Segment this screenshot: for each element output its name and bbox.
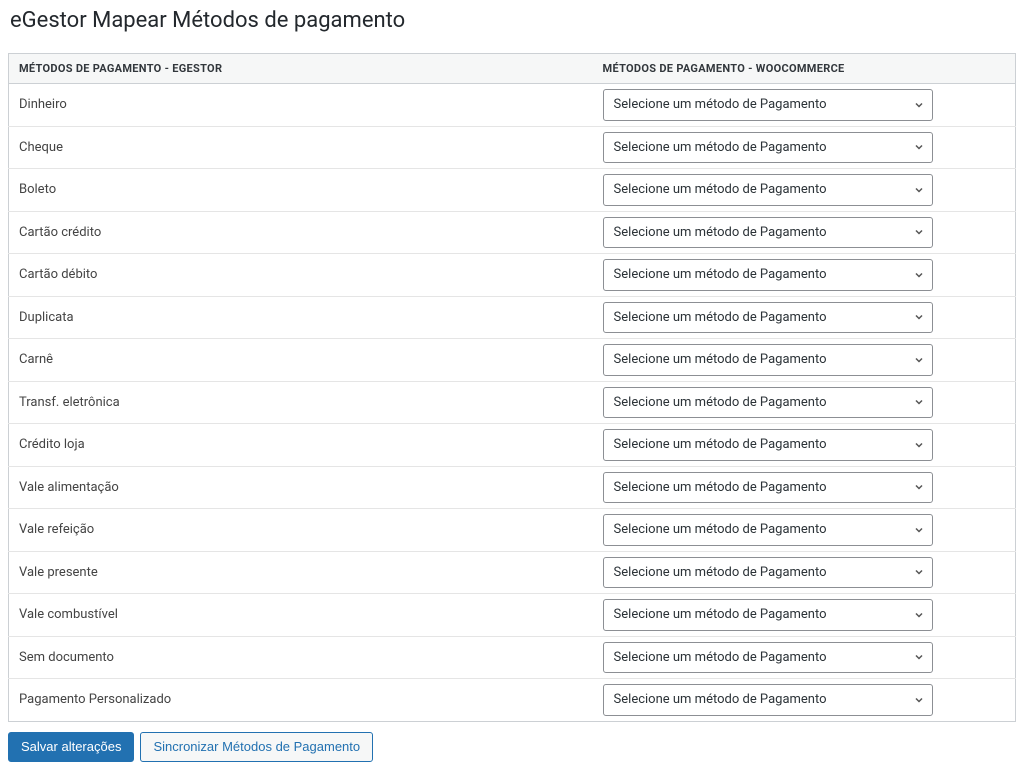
payment-method-label: Vale refeição (9, 509, 593, 552)
payment-method-select[interactable]: Selecione um método de Pagamento (603, 259, 933, 291)
payment-method-label: Carnê (9, 339, 593, 382)
payment-method-select[interactable]: Selecione um método de Pagamento (603, 557, 933, 589)
table-header-egestor: Métodos de pagamento - eGestor (9, 54, 593, 84)
payment-method-select[interactable]: Selecione um método de Pagamento (603, 642, 933, 674)
payment-method-label: Cheque (9, 126, 593, 169)
payment-method-select[interactable]: Selecione um método de Pagamento (603, 429, 933, 461)
table-row: Crédito loja Selecione um método de Pagam… (9, 424, 1016, 467)
payment-method-select[interactable]: Selecione um método de Pagamento (603, 89, 933, 121)
table-row: Vale combustível Selecione um método de P… (9, 594, 1016, 637)
payment-method-label: Vale presente (9, 551, 593, 594)
table-row: Cartão débito Selecione um método de Paga… (9, 254, 1016, 297)
payment-method-label: Cartão crédito (9, 211, 593, 254)
page-title: eGestor Mapear Métodos de pagamento (8, 8, 1016, 33)
payment-method-select[interactable]: Selecione um método de Pagamento (603, 344, 933, 376)
table-row: Pagamento Personalizado Selecione um méto… (9, 679, 1016, 722)
payment-method-select[interactable]: Selecione um método de Pagamento (603, 217, 933, 249)
sync-button[interactable]: Sincronizar Métodos de Pagamento (140, 732, 373, 763)
payment-method-label: Vale combustível (9, 594, 593, 637)
payment-method-select[interactable]: Selecione um método de Pagamento (603, 132, 933, 164)
table-row: Dinheiro Selecione um método de Pagamento (9, 84, 1016, 127)
action-buttons: Salvar alterações Sincronizar Métodos de… (8, 732, 1016, 763)
payment-method-label: Crédito loja (9, 424, 593, 467)
payment-method-select[interactable]: Selecione um método de Pagamento (603, 599, 933, 631)
payment-method-label: Sem documento (9, 636, 593, 679)
table-row: Transf. eletrônica Selecione um método de… (9, 381, 1016, 424)
payment-method-select[interactable]: Selecione um método de Pagamento (603, 684, 933, 716)
payment-method-label: Pagamento Personalizado (9, 679, 593, 722)
table-row: Vale alimentação Selecione um método de P… (9, 466, 1016, 509)
payment-mapping-table: Métodos de pagamento - eGestor Métodos d… (8, 53, 1016, 722)
table-row: Vale presente Selecione um método de Paga… (9, 551, 1016, 594)
payment-method-select[interactable]: Selecione um método de Pagamento (603, 302, 933, 334)
payment-method-label: Vale alimentação (9, 466, 593, 509)
payment-method-label: Boleto (9, 169, 593, 212)
payment-method-select[interactable]: Selecione um método de Pagamento (603, 514, 933, 546)
payment-method-label: Cartão débito (9, 254, 593, 297)
table-row: Vale refeição Selecione um método de Paga… (9, 509, 1016, 552)
table-row: Duplicata Selecione um método de Pagament… (9, 296, 1016, 339)
save-button[interactable]: Salvar alterações (8, 732, 134, 763)
payment-method-select[interactable]: Selecione um método de Pagamento (603, 387, 933, 419)
table-header-woocommerce: Métodos de pagamento - WooCommerce (593, 54, 1016, 84)
payment-method-select[interactable]: Selecione um método de Pagamento (603, 174, 933, 206)
table-row: Cheque Selecione um método de Pagamento (9, 126, 1016, 169)
payment-method-label: Transf. eletrônica (9, 381, 593, 424)
payment-method-select[interactable]: Selecione um método de Pagamento (603, 472, 933, 504)
payment-method-label: Dinheiro (9, 84, 593, 127)
payment-method-label: Duplicata (9, 296, 593, 339)
table-row: Boleto Selecione um método de Pagamento (9, 169, 1016, 212)
table-row: Carnê Selecione um método de Pagamento (9, 339, 1016, 382)
table-row: Cartão crédito Selecione um método de Pag… (9, 211, 1016, 254)
table-row: Sem documento Selecione um método de Paga… (9, 636, 1016, 679)
